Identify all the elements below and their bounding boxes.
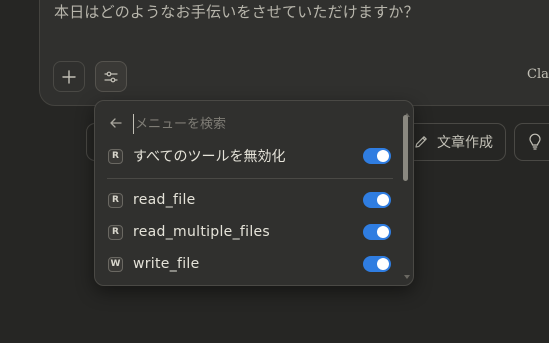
tools-dropdown-menu: R すべてのツールを無効化 R read_file R read_multipl… [94,100,414,286]
write-file-toggle[interactable] [363,256,391,272]
read-multiple-files-toggle[interactable] [363,224,391,240]
chip-label: 文章作成 [437,135,493,151]
arrow-left-icon[interactable] [108,115,124,131]
suggestion-chip-learn[interactable] [514,123,549,161]
pencil-icon [415,136,427,148]
tools-menu-button[interactable] [95,61,127,92]
lightbulb-icon [529,133,541,150]
menu-item-read-file[interactable]: R read_file [95,185,395,215]
scrollbar-thumb[interactable] [403,115,408,181]
menu-item-read-multiple-files[interactable]: R read_multiple_files [95,217,395,247]
tool-icon: W [108,256,123,272]
menu-divider [107,178,393,179]
menu-item-label: read_multiple_files [133,224,271,240]
app-stage: 本日はどのようなお手伝いをさせていただけますか？ Cla 文章作成 メニューを検… [0,0,549,343]
chat-prompt-placeholder[interactable]: 本日はどのようなお手伝いをさせていただけますか？ [54,1,419,22]
menu-item-disable-all-tools[interactable]: R すべてのツールを無効化 [95,141,395,171]
menu-scrollbar[interactable] [403,113,410,281]
add-attachment-button[interactable] [53,61,85,92]
tool-icon: R [108,224,123,240]
menu-item-write-file[interactable]: W write_file [95,249,395,279]
scroll-down-arrow-icon[interactable] [404,275,410,279]
menu-search-bar [95,101,413,145]
model-selector[interactable]: Cla [527,67,549,82]
tool-icon: R [108,148,123,164]
read-file-toggle[interactable] [363,192,391,208]
menu-item-label: すべてのツールを無効化 [133,149,286,165]
sliders-icon [104,71,118,82]
suggestion-chip-write[interactable]: 文章作成 [400,123,506,161]
menu-item-label: write_file [133,256,200,272]
plus-icon [62,69,76,84]
menu-search-input[interactable] [133,114,383,134]
menu-item-label: read_file [133,192,196,208]
disable-all-toggle[interactable] [363,148,391,164]
tool-icon: R [108,192,123,208]
